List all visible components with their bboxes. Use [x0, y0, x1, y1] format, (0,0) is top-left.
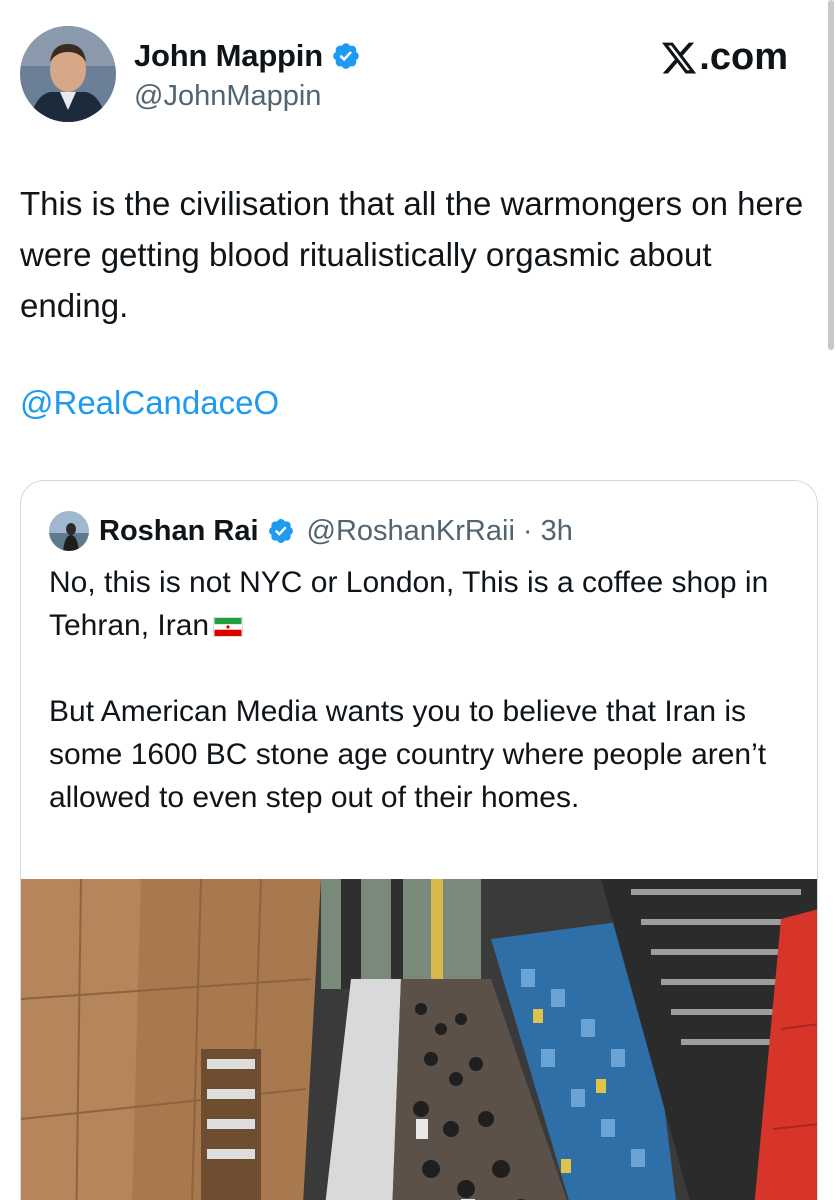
- iran-flag-icon: [213, 617, 244, 637]
- quoted-tweet-text: No, this is not NYC or London, This is a…: [49, 561, 789, 819]
- verified-badge-icon: [333, 43, 359, 69]
- quoted-tweet-card[interactable]: Roshan Rai @RoshanKrRaii · 3h No, this i…: [20, 480, 818, 1200]
- coffee-shop-photo[interactable]: [21, 879, 817, 1200]
- quoted-author-name[interactable]: Roshan Rai: [99, 515, 259, 548]
- verified-badge-icon: [268, 519, 293, 543]
- quoted-tweet-header: Roshan Rai @RoshanKrRaii · 3h: [49, 511, 573, 551]
- site-brand: .com: [660, 36, 788, 79]
- x-logo-icon: [662, 42, 697, 73]
- author-avatar[interactable]: [20, 26, 116, 122]
- author-handle[interactable]: @JohnMappin: [134, 80, 321, 113]
- quoted-author-handle[interactable]: @RoshanKrRaii: [307, 515, 515, 548]
- author-name[interactable]: John Mappin: [134, 38, 323, 74]
- quoted-paragraph-2: But American Media wants you to believe …: [49, 695, 767, 814]
- meta-separator: ·: [522, 514, 533, 547]
- quoted-paragraph-1-text: No, this is not NYC or London, This is a…: [49, 566, 769, 642]
- site-label: .com: [699, 36, 788, 78]
- tweet-header: John Mappin @JohnMappin .com: [0, 0, 836, 140]
- scrollbar[interactable]: [828, 0, 834, 350]
- quoted-timestamp[interactable]: 3h: [541, 515, 573, 548]
- mention-link[interactable]: @RealCandaceO: [20, 384, 279, 422]
- quoted-paragraph-1: No, this is not NYC or London, This is a…: [49, 561, 789, 647]
- quoted-author-avatar[interactable]: [49, 511, 89, 551]
- tweet-text: This is the civilisation that all the wa…: [20, 185, 804, 324]
- author-name-row: John Mappin: [134, 38, 361, 74]
